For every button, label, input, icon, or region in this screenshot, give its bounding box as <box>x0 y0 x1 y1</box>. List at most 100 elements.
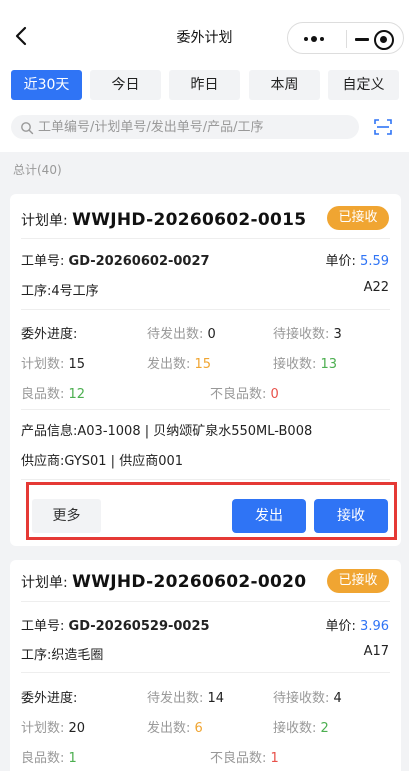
divider <box>21 238 390 239</box>
plan-qty-row: 计划数: 15 <box>21 353 85 372</box>
to-receive-label: 待接收数: <box>273 691 330 706</box>
supplier-label: 供应商: <box>21 454 65 469</box>
action-bar-highlight: 更多 发出 接收 <box>26 482 397 540</box>
total-count: 总计(40) <box>13 163 62 177</box>
send-button[interactable]: 发出 <box>232 499 306 533</box>
search-box <box>11 115 359 139</box>
to-receive-row: 待接收数: 3 <box>273 323 342 342</box>
divider <box>21 479 390 480</box>
plan-qty-label: 计划数: <box>21 721 65 736</box>
more-button[interactable]: 更多 <box>32 499 101 533</box>
work-order-row: 工单号: GD-20260529-0025 <box>21 615 210 634</box>
plan-card[interactable]: 计划单: WWJHD-20260602-0020 已接收 工单号: GD-202… <box>10 560 401 771</box>
to-receive-value: 4 <box>333 691 342 706</box>
process-code: A22 <box>363 280 389 295</box>
close-target-icon[interactable] <box>374 30 394 50</box>
received-row: 接收数: 13 <box>273 353 337 372</box>
price-row: 单价: 5.59 <box>326 250 389 269</box>
price-value: 3.96 <box>360 619 389 634</box>
status-badge: 已接收 <box>327 206 389 230</box>
supplier-row: 供应商:GYS01 | 供应商001 <box>21 450 183 469</box>
work-number: GD-20260602-0027 <box>68 254 210 269</box>
sent-value: 15 <box>194 357 212 372</box>
divider <box>21 409 390 410</box>
plan-number: WWJHD-20260602-0020 <box>72 572 307 592</box>
process-label: 工序: <box>21 648 52 663</box>
minimize-icon[interactable] <box>350 31 374 47</box>
progress-label: 委外进度: <box>21 691 78 706</box>
plan-qty-label: 计划数: <box>21 357 65 372</box>
to-receive-value: 3 <box>333 327 342 342</box>
bad-row: 不良品数: 0 <box>210 383 279 402</box>
tab-this-week[interactable]: 本周 <box>249 70 320 100</box>
tab-today[interactable]: 今日 <box>90 70 161 100</box>
work-number: GD-20260529-0025 <box>68 619 210 634</box>
good-label: 良品数: <box>21 387 65 402</box>
received-row: 接收数: 2 <box>273 717 329 736</box>
plan-qty-value: 20 <box>68 721 86 736</box>
divider <box>21 672 390 673</box>
status-badge: 已接收 <box>327 569 389 593</box>
tab-custom[interactable]: 自定义 <box>328 70 399 100</box>
received-label: 接收数: <box>273 721 317 736</box>
work-label: 工单号: <box>21 619 65 634</box>
plan-qty-value: 15 <box>68 357 86 372</box>
plan-label: 计划单: <box>21 213 68 229</box>
good-row: 良品数: 1 <box>21 747 77 766</box>
good-row: 良品数: 12 <box>21 383 85 402</box>
to-send-row: 待发出数: 14 <box>147 687 224 706</box>
price-label: 单价: <box>325 254 356 269</box>
good-label: 良品数: <box>21 751 65 766</box>
search-input[interactable] <box>38 117 348 137</box>
work-order-row: 工单号: GD-20260602-0027 <box>21 250 210 269</box>
receive-button[interactable]: 接收 <box>314 499 388 533</box>
sent-row: 发出数: 6 <box>147 717 203 736</box>
sent-label: 发出数: <box>147 721 191 736</box>
nav-bar: 委外计划 <box>0 0 409 60</box>
scan-icon[interactable] <box>373 117 393 137</box>
good-value: 12 <box>68 387 86 402</box>
to-send-value: 0 <box>207 327 216 342</box>
process-row: 工序:织造毛圈 <box>21 644 103 663</box>
filter-bar: 近30天 今日 昨日 本周 自定义 <box>0 60 409 152</box>
sent-label: 发出数: <box>147 357 191 372</box>
process-value: 织造毛圈 <box>51 648 104 663</box>
progress-label: 委外进度: <box>21 327 78 342</box>
price-row: 单价: 3.96 <box>326 615 389 634</box>
date-tabs: 近30天 今日 昨日 本周 自定义 <box>11 70 399 100</box>
product-value: A03-1008 | 贝纳颂矿泉水550ML-B008 <box>77 424 313 439</box>
process-value: 4号工序 <box>51 284 99 299</box>
sent-value: 6 <box>194 721 203 736</box>
plan-number-row: 计划单: WWJHD-20260602-0015 <box>21 210 306 230</box>
work-label: 工单号: <box>21 254 65 269</box>
sent-row: 发出数: 15 <box>147 353 211 372</box>
plan-qty-row: 计划数: 20 <box>21 717 85 736</box>
to-send-value: 14 <box>207 691 225 706</box>
bad-label: 不良品数: <box>210 751 267 766</box>
bad-label: 不良品数: <box>210 387 267 402</box>
process-code: A17 <box>363 644 389 659</box>
to-send-label: 待发出数: <box>147 327 204 342</box>
price-value: 5.59 <box>360 254 389 269</box>
plan-number-row: 计划单: WWJHD-20260602-0020 <box>21 572 306 592</box>
process-row: 工序:4号工序 <box>21 280 99 299</box>
more-dots-icon[interactable] <box>302 31 332 47</box>
divider <box>21 309 390 310</box>
divider <box>21 601 390 602</box>
received-label: 接收数: <box>273 357 317 372</box>
tab-last-30-days[interactable]: 近30天 <box>11 70 82 100</box>
bad-row: 不良品数: 1 <box>210 747 279 766</box>
bad-value: 0 <box>270 387 279 402</box>
supplier-value: GYS01 | 供应商001 <box>64 454 184 469</box>
tab-yesterday[interactable]: 昨日 <box>169 70 240 100</box>
price-label: 单价: <box>325 619 356 634</box>
product-row: 产品信息:A03-1008 | 贝纳颂矿泉水550ML-B008 <box>21 420 312 439</box>
mini-program-capsule <box>287 22 404 54</box>
plan-number: WWJHD-20260602-0015 <box>72 210 307 230</box>
product-label: 产品信息: <box>21 424 78 439</box>
received-value: 13 <box>320 357 338 372</box>
bad-value: 1 <box>270 751 279 766</box>
to-receive-label: 待接收数: <box>273 327 330 342</box>
to-receive-row: 待接收数: 4 <box>273 687 342 706</box>
good-value: 1 <box>68 751 77 766</box>
